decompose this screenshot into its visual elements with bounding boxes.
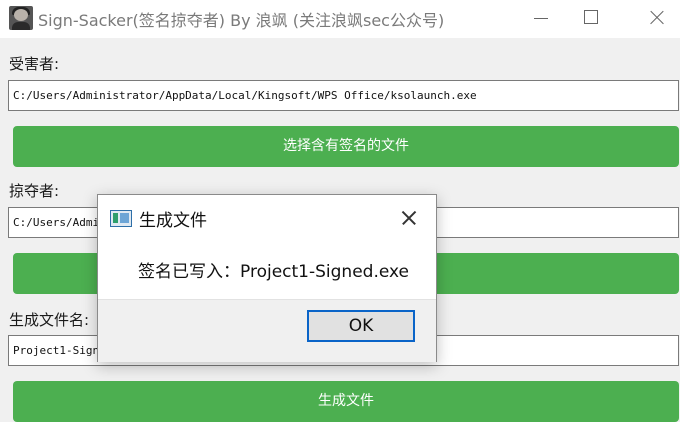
- victim-path-input[interactable]: C:/Users/Administrator/AppData/Local/Kin…: [8, 80, 679, 111]
- dialog-body: 签名已写入：Project1-Signed.exe: [98, 239, 436, 299]
- select-signed-file-button[interactable]: 选择含有签名的文件: [13, 126, 679, 167]
- dialog-title-bar: 生成文件: [98, 195, 436, 239]
- dialog-close-icon[interactable]: [398, 207, 420, 229]
- window-app-icon: [110, 210, 132, 227]
- maximize-icon[interactable]: [568, 0, 614, 36]
- message-dialog: 生成文件 签名已写入：Project1-Signed.exe OK: [97, 194, 437, 362]
- close-icon[interactable]: [634, 0, 680, 36]
- output-filename-label: 生成文件名:: [9, 311, 90, 329]
- title-bar: Sign-Sacker(签名掠夺者) By 浪飒 (关注浪飒sec公众号): [0, 0, 680, 38]
- window-title: Sign-Sacker(签名掠夺者) By 浪飒 (关注浪飒sec公众号): [38, 11, 445, 30]
- minimize-icon[interactable]: [518, 0, 564, 36]
- victim-label: 受害者:: [9, 55, 60, 73]
- dialog-message: 签名已写入：Project1-Signed.exe: [138, 262, 410, 282]
- avatar-icon: [9, 6, 33, 30]
- ok-button[interactable]: OK: [307, 310, 415, 342]
- generate-file-button[interactable]: 生成文件: [13, 381, 679, 422]
- dialog-footer: OK: [98, 299, 436, 362]
- dialog-title: 生成文件: [139, 211, 207, 231]
- plunderer-label: 掠夺者:: [9, 182, 60, 200]
